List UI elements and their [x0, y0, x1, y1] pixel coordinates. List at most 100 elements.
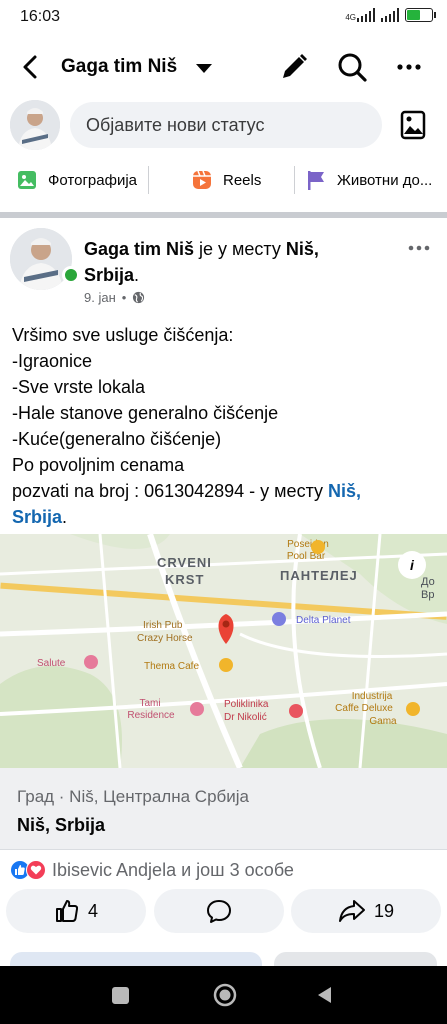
map-label-residence: Residence	[127, 710, 175, 721]
map-label-gama: Gama	[369, 716, 397, 727]
post-meta: 9. јан •	[84, 290, 145, 305]
flag-icon	[308, 171, 324, 190]
cafe-marker-icon[interactable]	[311, 540, 325, 554]
post-text: Vršimo sve usluge čišćenja: -Igraonice -…	[12, 322, 442, 530]
map-label-industrija: Industrija	[352, 691, 393, 702]
battery-level	[407, 10, 421, 20]
map-label-pantelej: ПАНТЕЛЕЈ	[280, 568, 358, 583]
meta-dot: •	[121, 290, 127, 305]
life-event-action-label: Животни до...	[337, 171, 433, 189]
photo-action-label: Фотографија	[48, 171, 138, 189]
post-text-line: Vršimo sve usluge čišćenja:	[12, 325, 234, 345]
page-title[interactable]: Gaga tim Niš	[61, 56, 177, 78]
hospital-marker-icon[interactable]	[289, 704, 303, 718]
status-icons: 4G	[345, 8, 436, 22]
map-label-crveni: CRVENI	[157, 555, 212, 570]
comment-icon	[207, 900, 231, 923]
system-nav-bar	[0, 966, 447, 1024]
signal-icon	[381, 8, 399, 22]
battery-icon	[405, 8, 436, 22]
post-location-city[interactable]: Niš,	[286, 239, 319, 259]
map-label-delta: Delta Planet	[296, 615, 351, 626]
page-avatar[interactable]	[10, 100, 60, 150]
post-more-icon[interactable]	[404, 236, 434, 260]
photo-action-button[interactable]: Фотографија	[0, 160, 148, 200]
post-location-country[interactable]: Srbija	[84, 265, 134, 285]
online-status-indicator	[62, 266, 80, 284]
photo-icon[interactable]	[396, 108, 430, 142]
map-label-poliklinika: Poliklinika	[224, 699, 269, 710]
author-avatar[interactable]	[10, 228, 72, 290]
network-type: 4G	[345, 13, 356, 22]
post-text-line: Po povoljnim cenama	[12, 455, 185, 475]
post-text-line: -Hale stanove generalno čišćenje	[12, 403, 279, 423]
status-composer: Објавите нови статус	[0, 100, 447, 150]
quick-actions: Фотографија Reels Животни до...	[0, 160, 447, 200]
post-text-line: pozvati na broj : 0613042894 - у месту N…	[12, 478, 442, 504]
post-text-suffix: .	[62, 507, 68, 527]
map-label-crazyhorse: Crazy Horse	[137, 633, 193, 644]
post-location-prefix: је у месту	[194, 239, 286, 259]
map-label-tami: Tami	[139, 698, 160, 709]
reels-action-button[interactable]: Reels	[149, 160, 294, 200]
status-input[interactable]: Објавите нови статус	[70, 102, 382, 148]
comment-button[interactable]	[154, 889, 284, 933]
home-icon[interactable]	[212, 982, 238, 1008]
post-location-link-country[interactable]: Srbija	[12, 507, 62, 527]
reactions-summary[interactable]: Ibisevic Andjela и још 3 особе	[10, 856, 294, 884]
map-label-krst: KRST	[165, 572, 204, 587]
share-count: 19	[373, 900, 395, 921]
cafe-marker-icon[interactable]	[219, 658, 233, 672]
post-text-line: Srbija.	[12, 504, 442, 530]
hotel-marker-icon[interactable]	[84, 655, 98, 669]
cafe-marker-icon[interactable]	[406, 702, 420, 716]
shopping-marker-icon[interactable]	[272, 612, 286, 626]
reels-action-label: Reels	[223, 171, 262, 189]
post-location-link-city[interactable]: Niš,	[328, 481, 361, 501]
search-icon[interactable]	[335, 50, 369, 84]
map-label-edge-1: До	[421, 576, 435, 588]
system-back-icon[interactable]	[314, 984, 336, 1006]
app-bar: Gaga tim Niš	[0, 34, 447, 100]
post-author-line: Gaga tim Niš је у месту Niš, Srbija.	[84, 236, 384, 288]
photo-icon	[18, 171, 36, 189]
post-author-name[interactable]: Gaga tim Niš	[84, 239, 194, 259]
back-arrow-icon[interactable]	[14, 50, 48, 84]
like-count: 4	[87, 900, 98, 921]
map-label-thema: Thema Cafe	[144, 661, 199, 672]
thumbs-up-icon	[55, 900, 79, 922]
place-type: Град · Niš, Централна Србија	[17, 787, 249, 806]
more-icon[interactable]	[392, 50, 426, 84]
post-text-line: -Kuće(generalno čišćenje)	[12, 429, 222, 449]
love-reaction-icon	[26, 860, 46, 880]
recent-apps-icon[interactable]	[112, 987, 129, 1004]
post-phone-text: pozvati na broj : 0613042894 - у месту	[12, 481, 329, 501]
map-label-irish: Irish Pub	[143, 620, 183, 631]
map-label-edge-2: Вр	[421, 589, 434, 601]
reels-icon	[193, 170, 211, 189]
map-label-caffedeluxe: Caffe Deluxe	[335, 703, 393, 714]
post-date[interactable]: 9. јан	[84, 290, 116, 305]
place-card[interactable]: Град · Niš, Централна Србија Niš, Srbija	[0, 768, 447, 850]
place-name: Niš, Srbija	[17, 815, 106, 835]
status-time: 16:03	[20, 8, 61, 25]
status-bar: 16:03 4G	[0, 0, 447, 34]
share-button[interactable]: 19	[291, 889, 441, 933]
globe-icon	[133, 291, 145, 304]
post-text-line: -Igraonice	[12, 351, 93, 371]
signal-4g-icon: 4G	[345, 8, 375, 22]
section-divider	[0, 212, 447, 218]
like-button[interactable]: 4	[6, 889, 146, 933]
post-location-suffix: .	[134, 265, 140, 285]
life-event-action-button[interactable]: Животни до...	[295, 160, 447, 200]
post-header: Gaga tim Niš је у месту Niš, Srbija. 9. ј…	[0, 226, 447, 310]
location-map[interactable]: CRVENI KRST ПАНТЕЛЕЈ Poseidon Pool Bar D…	[0, 534, 447, 768]
share-arrow-icon	[338, 900, 365, 922]
hotel-marker-icon[interactable]	[190, 702, 204, 716]
reactions-text: Ibisevic Andjela и још 3 особе	[52, 859, 294, 880]
post-text-line: -Sve vrste lokala	[12, 377, 146, 397]
pencil-icon[interactable]	[278, 51, 310, 83]
map-label-salute: Salute	[37, 658, 66, 669]
caret-down-icon[interactable]	[193, 57, 215, 79]
map-label-drnikolic: Dr Nikolić	[224, 712, 267, 723]
